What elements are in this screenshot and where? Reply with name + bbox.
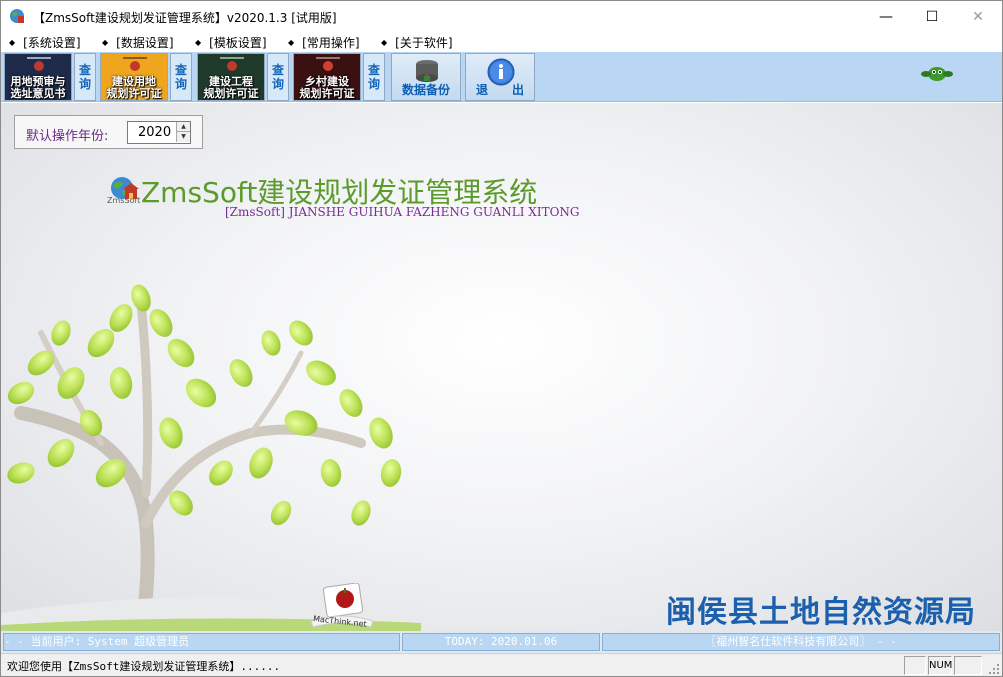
tree-illustration <box>1 284 421 631</box>
agency-name: 闽侯县土地自然资源局 <box>666 595 976 630</box>
query-button-1[interactable]: 查 询 <box>74 53 96 101</box>
logo-caption: ZmsSoft <box>107 196 141 205</box>
query-label: 询 <box>367 77 380 91</box>
query-label: 查 <box>271 63 284 77</box>
certificate-emblem-icon <box>198 54 264 76</box>
menu-bullet: ◆ <box>102 38 109 47</box>
query-label: 询 <box>174 77 187 91</box>
toolbar-label: 规划许可证 <box>106 87 162 100</box>
certificate-emblem-icon <box>101 54 167 76</box>
toolbar-label: 选址意见书 <box>10 87 66 100</box>
date-text: TODAY: 2020.01.06 <box>444 635 558 648</box>
spin-up-button[interactable]: ▲ <box>176 122 190 132</box>
message-status-bar: 欢迎您使用【ZmsSoft建设规划发证管理系统】...... NUM <box>1 653 1002 676</box>
menu-label: [常用操作] <box>302 36 360 50</box>
menu-data-settings[interactable]: ◆ [数据设置] <box>102 34 174 51</box>
menu-label: [数据设置] <box>116 36 174 50</box>
company-pane: 〖福州智名仕软件科技有限公司〗 - - <box>602 633 1000 651</box>
maximize-icon: ☐ <box>925 8 939 25</box>
query-label: 询 <box>78 77 91 91</box>
menu-bullet: ◆ <box>381 38 388 47</box>
menu-common-operations[interactable]: ◆ [常用操作] <box>288 34 360 51</box>
title-bar: 【ZmsSoft建设规划发证管理系统】v2020.1.3 [试用版] — ☐ ✕ <box>1 1 1002 32</box>
menu-label: [系统设置] <box>23 36 81 50</box>
date-pane: TODAY: 2020.01.06 <box>402 633 600 651</box>
year-value[interactable]: 2020 <box>138 125 171 140</box>
menu-bullet: ◆ <box>9 38 16 47</box>
exit-label: 退 出 <box>475 83 524 97</box>
menu-bullet: ◆ <box>195 38 202 47</box>
app-window: 【ZmsSoft建设规划发证管理系统】v2020.1.3 [试用版] — ☐ ✕… <box>0 0 1003 677</box>
minimize-button[interactable]: — <box>863 1 909 32</box>
data-backup-button[interactable]: 数据备份 <box>391 53 461 101</box>
query-label: 查 <box>367 63 380 77</box>
rural-construction-permit-button[interactable]: 乡村建设 规划许可证 <box>293 53 361 101</box>
menu-bar: ◆ [系统设置] ◆ [数据设置] ◆ [模板设置] ◆ [常用操作] ◆ [关… <box>1 32 1002 52</box>
menu-about[interactable]: ◆ [关于软件] <box>381 34 453 51</box>
year-label: 默认操作年份: <box>26 129 109 144</box>
status-pane-1 <box>904 656 926 675</box>
toolbar-label: 规划许可证 <box>299 87 355 100</box>
backup-label: 数据备份 <box>401 83 450 97</box>
menu-label: [关于软件] <box>395 36 453 50</box>
toolbar: 用地预审与 选址意见书 查 询 建设用地 规划许可证 查 询 建设工程 规划许可… <box>1 52 1002 102</box>
land-use-permit-button[interactable]: 建设用地 规划许可证 <box>100 53 168 101</box>
minimize-icon: — <box>879 8 893 25</box>
close-button[interactable]: ✕ <box>955 1 1001 32</box>
certificate-emblem-icon <box>5 54 71 76</box>
menu-template-settings[interactable]: ◆ [模板设置] <box>195 34 267 51</box>
app-globe-icon <box>10 9 24 23</box>
certificate-emblem-icon <box>294 54 360 76</box>
menu-bullet: ◆ <box>288 38 295 47</box>
window-title: 【ZmsSoft建设规划发证管理系统】v2020.1.3 [试用版] <box>33 11 337 25</box>
year-spinner[interactable]: 2020 ▲ ▼ <box>127 121 191 144</box>
close-icon: ✕ <box>972 8 984 25</box>
maximize-button[interactable]: ☐ <box>909 1 955 32</box>
info-status-bar: - - 当前用户: System 超级管理员 TODAY: 2020.01.06… <box>1 631 1002 653</box>
engineering-permit-button[interactable]: 建设工程 规划许可证 <box>197 53 265 101</box>
spin-down-button[interactable]: ▼ <box>176 132 190 142</box>
toolbar-label: 规划许可证 <box>203 87 259 100</box>
resize-grip-icon[interactable] <box>988 663 1000 675</box>
exit-button[interactable]: 退 出 <box>465 53 535 101</box>
query-label: 查 <box>174 63 187 77</box>
query-button-3[interactable]: 查 询 <box>267 53 289 101</box>
query-button-2[interactable]: 查 询 <box>170 53 192 101</box>
current-user-text: - - 当前用户: System 超级管理员 <box>4 635 190 648</box>
query-button-4[interactable]: 查 询 <box>363 53 385 101</box>
menu-system-settings[interactable]: ◆ [系统设置] <box>9 34 81 51</box>
num-lock-indicator: NUM <box>928 656 952 675</box>
query-label: 查 <box>78 63 91 77</box>
year-setting-panel: 默认操作年份: 2020 ▲ ▼ <box>14 115 203 149</box>
company-text: 〖福州智名仕软件科技有限公司〗 - - <box>705 635 897 648</box>
menu-label: [模板设置] <box>209 36 267 50</box>
query-label: 询 <box>271 77 284 91</box>
app-subtitle: [ZmsSoft] JIANSHE GUIHUA FAZHENG GUANLI … <box>225 205 580 219</box>
welcome-message: 欢迎您使用【ZmsSoft建设规划发证管理系统】...... <box>7 660 281 673</box>
current-user-pane: - - 当前用户: System 超级管理员 <box>3 633 400 651</box>
preliminary-review-button[interactable]: 用地预审与 选址意见书 <box>4 53 72 101</box>
mascot-icon <box>921 67 953 81</box>
status-pane-3 <box>954 656 982 675</box>
main-content: 默认操作年份: 2020 ▲ ▼ ZmsSoft ZmsSoft建设规划发证管理… <box>1 103 1002 631</box>
num-lock-text: NUM <box>929 660 953 671</box>
